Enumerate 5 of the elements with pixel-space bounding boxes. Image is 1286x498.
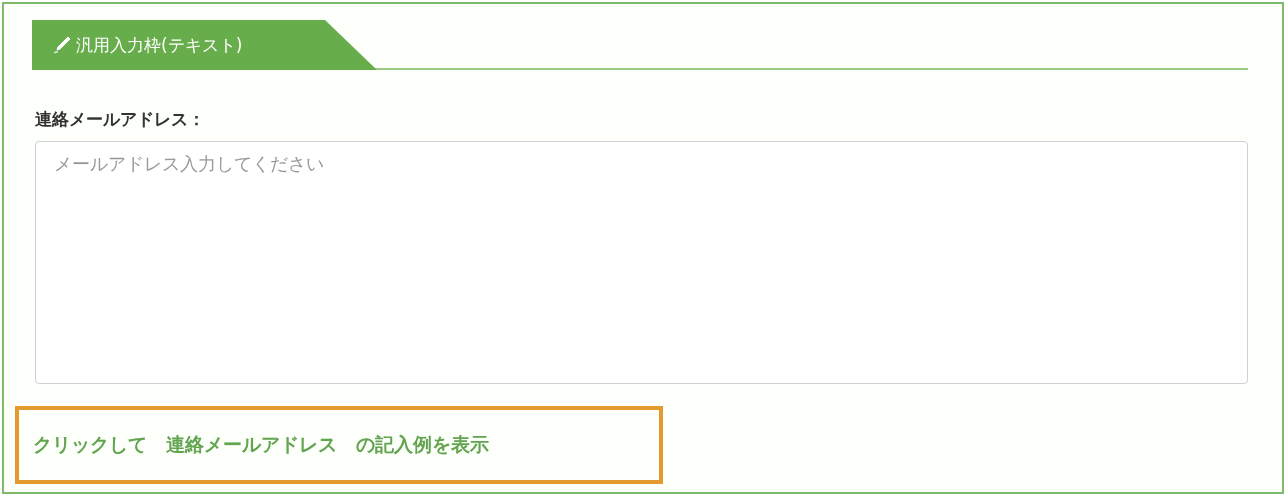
example-link[interactable]: クリックして 連絡メールアドレス の記入例を表示 [33,432,489,458]
field-label: 連絡メールアドレス： [35,108,205,131]
section-title: 汎用入力枠(テキスト) [76,33,243,57]
email-field[interactable]: メールアドレス入力してください [35,141,1248,384]
pen-icon [52,35,72,55]
